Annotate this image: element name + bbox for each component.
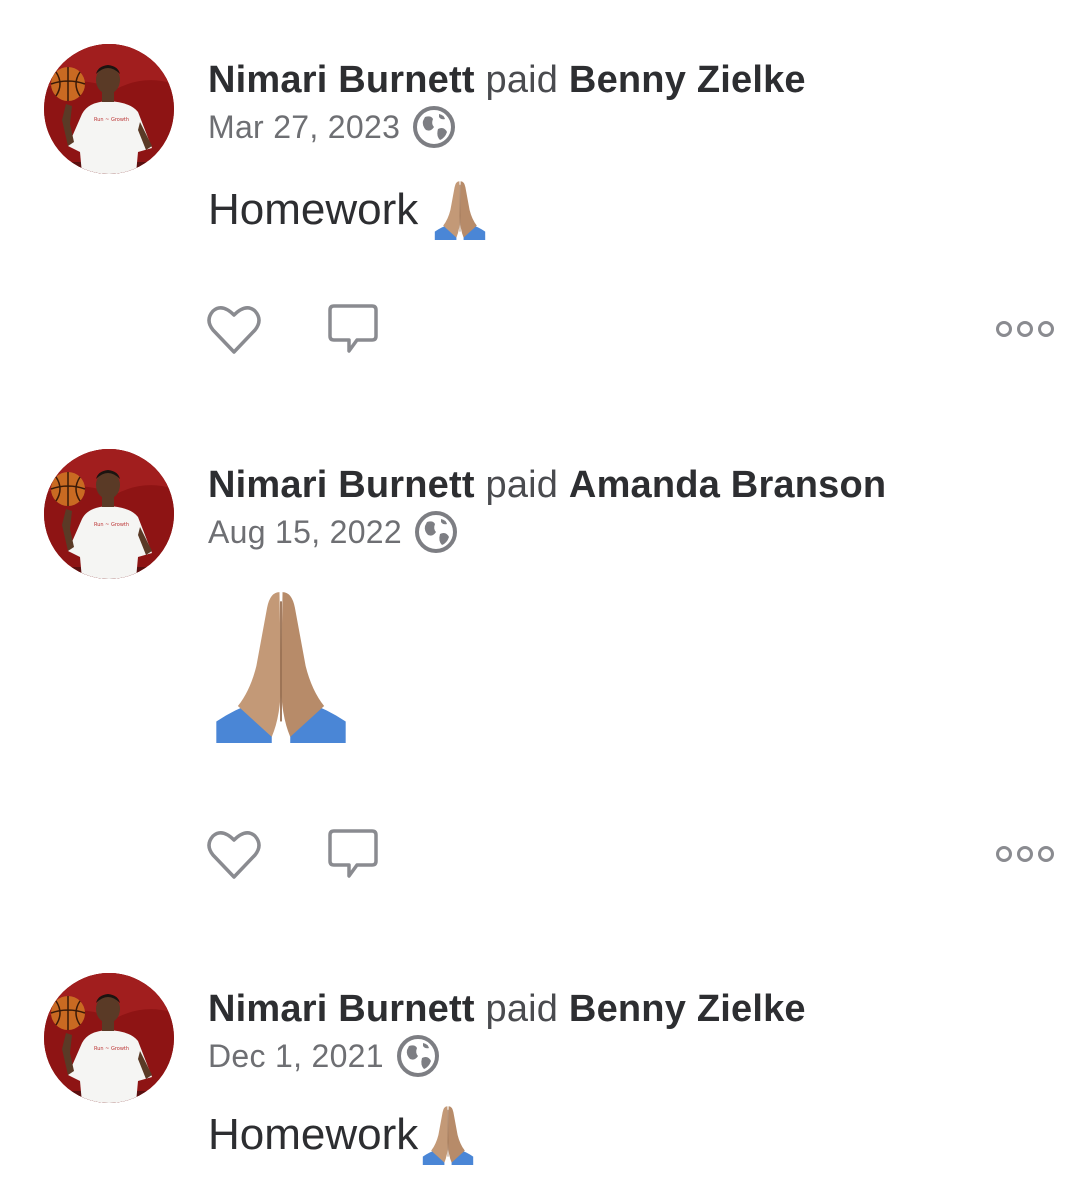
transaction-date: Mar 27, 2023 <box>208 109 401 145</box>
transaction-verb: paid <box>485 988 559 1030</box>
transaction-verb: paid <box>485 464 559 506</box>
note-text: Homework <box>208 185 419 234</box>
globe-icon <box>412 105 456 149</box>
payment-note <box>208 589 360 743</box>
comment-icon[interactable] <box>326 827 380 881</box>
payee-name[interactable]: Benny Zielke <box>569 59 806 101</box>
post-header: Nimari Burnett paid Benny Zielke Mar 27,… <box>208 58 806 149</box>
post-actions <box>206 827 1056 881</box>
transaction-line: Nimari Burnett paid Benny Zielke <box>208 58 806 102</box>
transaction-line: Nimari Burnett paid Amanda Branson <box>208 463 886 507</box>
payee-name[interactable]: Benny Zielke <box>569 988 806 1030</box>
transaction-date: Aug 15, 2022 <box>208 514 402 550</box>
folded-hands-emoji <box>418 1105 478 1165</box>
transaction-verb: paid <box>485 59 559 101</box>
avatar[interactable] <box>44 973 174 1103</box>
heart-icon[interactable] <box>206 302 262 356</box>
payer-name[interactable]: Nimari Burnett <box>208 464 475 506</box>
comment-icon[interactable] <box>326 302 380 356</box>
more-options-icon[interactable] <box>994 845 1056 863</box>
payment-note: Homework <box>208 1105 478 1165</box>
avatar[interactable] <box>44 449 174 579</box>
avatar[interactable] <box>44 44 174 174</box>
folded-hands-emoji <box>430 180 490 240</box>
more-options-icon[interactable] <box>994 320 1056 338</box>
payment-note: Homework <box>208 180 490 240</box>
folded-hands-emoji <box>202 589 360 743</box>
heart-icon[interactable] <box>206 827 262 881</box>
transaction-line: Nimari Burnett paid Benny Zielke <box>208 987 806 1031</box>
post-actions <box>206 302 1056 356</box>
payer-name[interactable]: Nimari Burnett <box>208 988 475 1030</box>
globe-icon <box>396 1034 440 1078</box>
globe-icon <box>414 510 458 554</box>
payee-name[interactable]: Amanda Branson <box>569 464 886 506</box>
note-text: Homework <box>208 1110 419 1159</box>
payer-name[interactable]: Nimari Burnett <box>208 59 475 101</box>
transaction-date: Dec 1, 2021 <box>208 1038 384 1074</box>
post-header: Nimari Burnett paid Benny Zielke Dec 1, … <box>208 987 806 1078</box>
post-header: Nimari Burnett paid Amanda Branson Aug 1… <box>208 463 886 554</box>
